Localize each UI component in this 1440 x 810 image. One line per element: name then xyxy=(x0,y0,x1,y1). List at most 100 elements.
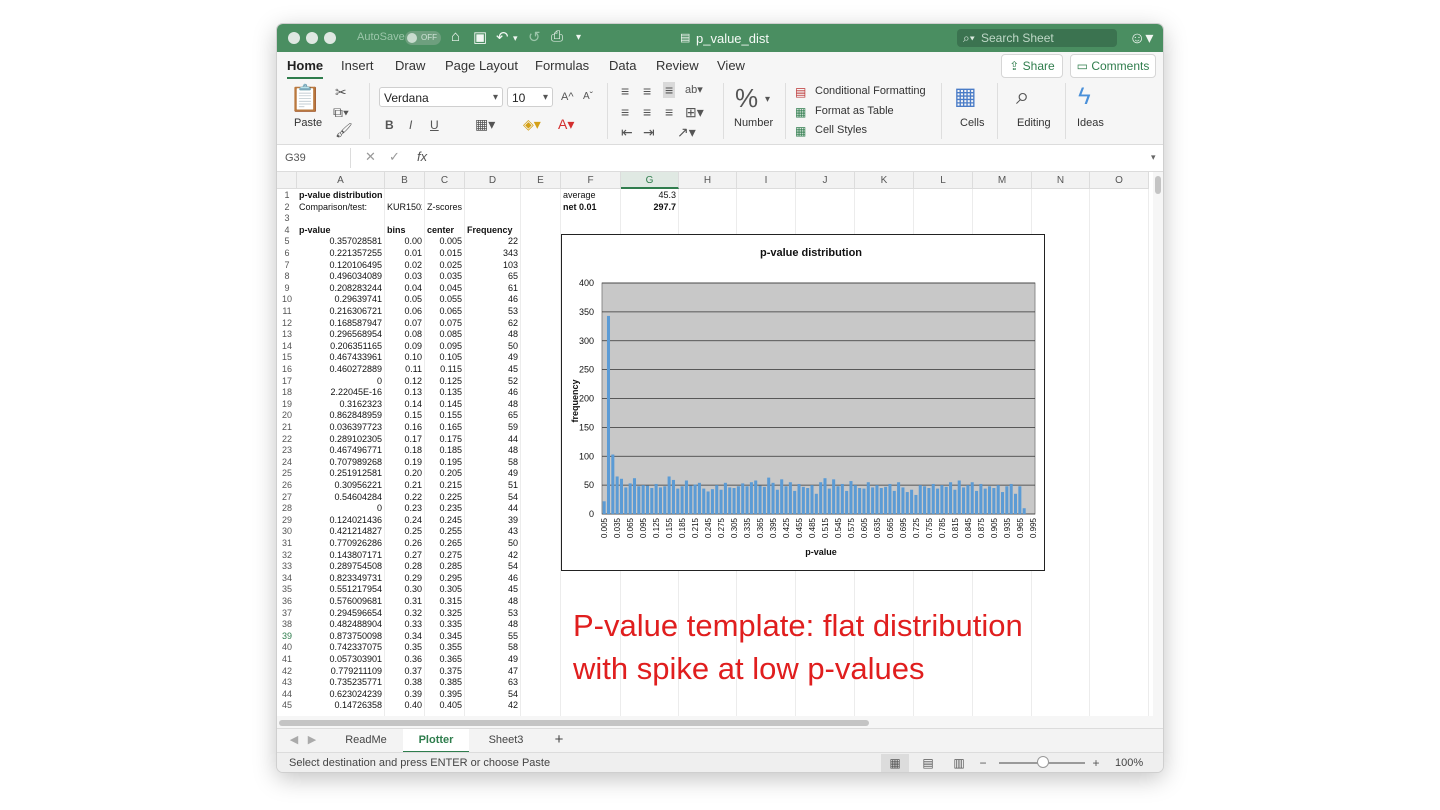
cell-center[interactable]: 0.195 xyxy=(427,457,462,469)
zoom-window-button[interactable] xyxy=(324,32,336,44)
number-format-dropdown-icon[interactable]: ▾ xyxy=(765,93,770,107)
row-header[interactable]: 31 xyxy=(277,538,297,550)
cell-center[interactable]: 0.015 xyxy=(427,248,462,260)
cell-frequency[interactable]: 58 xyxy=(467,642,518,654)
bold-button[interactable]: B xyxy=(385,118,394,132)
column-header-b[interactable]: B xyxy=(385,172,425,189)
share-button[interactable]: ⇪ Share xyxy=(1001,54,1063,78)
horizontal-scroll-thumb[interactable] xyxy=(279,720,869,726)
format-as-table-button[interactable]: Format as Table xyxy=(815,105,894,117)
row-header[interactable]: 41 xyxy=(277,654,297,666)
cell-frequency[interactable]: 54 xyxy=(467,492,518,504)
cell-frequency[interactable]: 65 xyxy=(467,410,518,422)
cell-p-value[interactable]: 0.208283244 xyxy=(299,283,382,295)
cell-p-value[interactable]: 0.29639741 xyxy=(299,294,382,306)
cell-center[interactable]: 0.055 xyxy=(427,294,462,306)
row-header[interactable]: 19 xyxy=(277,399,297,411)
row-header[interactable]: 44 xyxy=(277,689,297,701)
row-header[interactable]: 36 xyxy=(277,596,297,608)
column-title-bins[interactable]: bins xyxy=(387,225,422,237)
row-header[interactable]: 16 xyxy=(277,364,297,376)
column-header-j[interactable]: J xyxy=(796,172,855,189)
cell-frequency[interactable]: 48 xyxy=(467,596,518,608)
copy-icon[interactable]: ⧉▾ xyxy=(333,105,349,119)
cell-frequency[interactable]: 46 xyxy=(467,573,518,585)
decrease-font-icon[interactable]: Aˇ xyxy=(583,90,593,104)
row-header[interactable]: 30 xyxy=(277,526,297,538)
cell-bin[interactable]: 0.09 xyxy=(387,341,422,353)
cell-frequency[interactable]: 54 xyxy=(467,561,518,573)
row-header[interactable]: 20 xyxy=(277,410,297,422)
comments-button[interactable]: ▭ Comments xyxy=(1070,54,1156,78)
cell-p-value[interactable]: 0.707989268 xyxy=(299,457,382,469)
cell-center[interactable]: 0.375 xyxy=(427,666,462,678)
cell-bin[interactable]: 0.19 xyxy=(387,457,422,469)
format-painter-icon[interactable]: 🖌 xyxy=(335,123,353,137)
cell-bin[interactable]: 0.05 xyxy=(387,294,422,306)
home-icon[interactable]: ⌂ xyxy=(451,28,460,45)
cell-frequency[interactable]: 49 xyxy=(467,352,518,364)
cell-p-value[interactable]: 0.289754508 xyxy=(299,561,382,573)
cell-bin[interactable]: 0.27 xyxy=(387,550,422,562)
cell-bin[interactable]: 0.22 xyxy=(387,492,422,504)
cell-p-value[interactable]: 0.551217954 xyxy=(299,584,382,596)
percent-icon[interactable]: % xyxy=(735,85,758,111)
cell-bin[interactable]: 0.30 xyxy=(387,584,422,596)
cell-bin[interactable]: 0.25 xyxy=(387,526,422,538)
page-layout-view-icon[interactable]: ▤ xyxy=(914,754,942,772)
cell-p-value[interactable]: 2.22045E-16 xyxy=(299,387,382,399)
cell-bin[interactable]: 0.37 xyxy=(387,666,422,678)
column-header-a[interactable]: A xyxy=(297,172,385,189)
zoom-out-icon[interactable]: − xyxy=(975,754,991,772)
cell-p-value[interactable]: 0.206351165 xyxy=(299,341,382,353)
column-header-k[interactable]: K xyxy=(855,172,914,189)
row-header[interactable]: 27 xyxy=(277,492,297,504)
row-header[interactable]: 38 xyxy=(277,619,297,631)
cell-net-label[interactable]: net 0.01 xyxy=(563,202,618,214)
align-bottom-icon[interactable]: ≡ xyxy=(663,82,676,98)
cell-title[interactable]: p-value distribution xyxy=(299,190,382,202)
cell-average-value[interactable]: 45.3 xyxy=(623,190,676,202)
cell-p-value[interactable]: 0 xyxy=(299,503,382,515)
cell-frequency[interactable]: 45 xyxy=(467,584,518,596)
cell-center[interactable]: 0.005 xyxy=(427,236,462,248)
column-header-o[interactable]: O xyxy=(1090,172,1149,189)
cell-frequency[interactable]: 51 xyxy=(467,480,518,492)
cell-bin[interactable]: 0.33 xyxy=(387,619,422,631)
cell-p-value[interactable]: 0.576009681 xyxy=(299,596,382,608)
italic-button[interactable]: I xyxy=(409,118,412,132)
cell-center[interactable]: 0.245 xyxy=(427,515,462,527)
font-name-select[interactable]: Verdana xyxy=(379,87,503,108)
cell-center[interactable]: 0.275 xyxy=(427,550,462,562)
cell-center[interactable]: 0.045 xyxy=(427,283,462,295)
column-header-d[interactable]: D xyxy=(465,172,521,189)
cell-center[interactable]: 0.185 xyxy=(427,445,462,457)
cell-p-value[interactable]: 0.623024239 xyxy=(299,689,382,701)
undo-icon[interactable]: ↶ xyxy=(496,28,509,46)
cell-frequency[interactable]: 39 xyxy=(467,515,518,527)
worksheet-grid[interactable]: A B C D E F G H I J K L M N O 1 2 3 4 5 6 7 8 9 10 11 12 13 14 15 16 17… xyxy=(277,172,1163,716)
cell-frequency[interactable]: 55 xyxy=(467,631,518,643)
sheet-tab-sheet3[interactable]: Sheet3 xyxy=(473,729,539,751)
horizontal-scrollbar[interactable] xyxy=(277,718,1163,728)
sheet-tab-readme[interactable]: ReadMe xyxy=(333,729,399,751)
search-sheet-input[interactable]: ⌕▾ Search Sheet xyxy=(957,29,1117,47)
row-header[interactable]: 15 xyxy=(277,352,297,364)
cell-net-value[interactable]: 297.7 xyxy=(623,202,676,214)
row-header[interactable]: 32 xyxy=(277,550,297,562)
cell-frequency[interactable]: 22 xyxy=(467,236,518,248)
row-header[interactable]: 2 xyxy=(277,202,297,214)
cell-p-value[interactable]: 0.873750098 xyxy=(299,631,382,643)
cell-center[interactable]: 0.215 xyxy=(427,480,462,492)
cell-frequency[interactable]: 58 xyxy=(467,457,518,469)
row-header[interactable]: 45 xyxy=(277,700,297,712)
cell-center[interactable]: 0.365 xyxy=(427,654,462,666)
row-header[interactable]: 12 xyxy=(277,318,297,330)
cell-center[interactable]: 0.305 xyxy=(427,584,462,596)
cell-frequency[interactable]: 65 xyxy=(467,271,518,283)
cell-center[interactable]: 0.255 xyxy=(427,526,462,538)
row-header[interactable]: 1 xyxy=(277,190,297,202)
cell-frequency[interactable]: 45 xyxy=(467,364,518,376)
cell-center[interactable]: 0.065 xyxy=(427,306,462,318)
print-icon[interactable]: ⎙ xyxy=(551,28,563,45)
